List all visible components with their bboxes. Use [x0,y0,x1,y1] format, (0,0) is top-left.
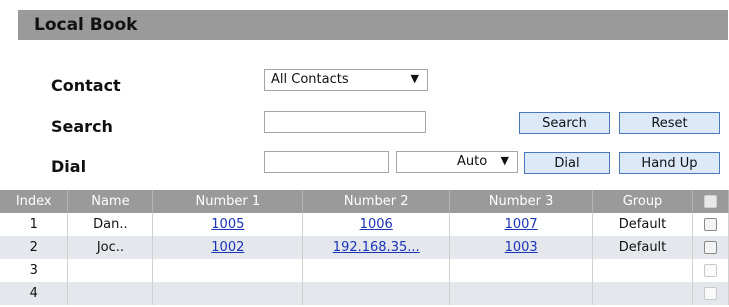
table-row: 1 Dan.. 1005 1006 1007 Default [0,213,729,236]
cell-number1 [152,259,304,282]
cell-number3: 1007 [449,213,594,236]
select-all-checkbox[interactable] [692,190,729,213]
table-header-row: Index Name Number 1 Number 2 Number 3 Gr… [0,190,729,213]
contacts-table: Index Name Number 1 Number 2 Number 3 Gr… [0,190,729,305]
checkbox-icon [703,287,717,300]
cell-index: 1 [0,213,69,236]
checkbox-icon [703,218,717,231]
search-button[interactable]: Search [519,112,610,134]
header-bar: Local Book [18,10,728,40]
cell-index: 3 [0,259,69,282]
row-checkbox[interactable] [692,259,729,282]
chevron-down-icon: ▼ [500,154,509,167]
number2-link[interactable]: 1006 [360,217,393,232]
cell-name: Joc.. [67,236,154,259]
dial-input[interactable] [264,151,389,173]
column-header-group: Group [592,190,693,213]
cell-index: 4 [0,282,69,305]
row-checkbox[interactable] [692,236,729,259]
cell-number1: 1002 [152,236,304,259]
page-title: Local Book [34,15,138,35]
chevron-down-icon: ▼ [410,72,419,85]
contact-select[interactable]: All Contacts ▼ [264,69,428,91]
cell-number2 [302,282,451,305]
cell-number1 [152,282,304,305]
number1-link[interactable]: 1005 [211,217,244,232]
table-row: 4 [0,282,729,305]
cell-group [592,282,693,305]
column-header-number2: Number 2 [302,190,451,213]
cell-index: 2 [0,236,69,259]
number3-link[interactable]: 1003 [505,240,538,255]
number3-link[interactable]: 1007 [505,217,538,232]
column-header-number1: Number 1 [152,190,304,213]
dial-button[interactable]: Dial [524,152,610,174]
cell-group: Default [592,236,693,259]
cell-number1: 1005 [152,213,304,236]
contact-select-value: All Contacts [271,72,349,87]
dial-label: Dial [51,157,87,176]
checkbox-icon [703,195,717,208]
row-checkbox[interactable] [692,213,729,236]
search-input[interactable] [264,111,426,133]
cell-group: Default [592,213,693,236]
cell-number2: 192.168.35... [302,236,451,259]
line-select[interactable]: Auto ▼ [396,151,518,173]
cell-number3 [449,282,594,305]
table-row: 2 Joc.. 1002 192.168.35... 1003 Default [0,236,729,259]
column-header-index: Index [0,190,69,213]
table-row: 3 [0,259,729,282]
number2-link[interactable]: 192.168.35... [333,240,420,255]
cell-number2 [302,259,451,282]
checkbox-icon [703,264,717,277]
cell-name [67,259,154,282]
line-select-value: Auto [457,154,488,169]
number1-link[interactable]: 1002 [211,240,244,255]
cell-name [67,282,154,305]
checkbox-icon [703,241,717,254]
column-header-name: Name [67,190,154,213]
cell-number3 [449,259,594,282]
cell-number2: 1006 [302,213,451,236]
cell-name: Dan.. [67,213,154,236]
cell-group [592,259,693,282]
contact-label: Contact [51,76,121,95]
cell-number3: 1003 [449,236,594,259]
search-label: Search [51,117,113,136]
reset-button[interactable]: Reset [619,112,720,134]
hang-up-button[interactable]: Hand Up [619,152,720,174]
row-checkbox[interactable] [692,282,729,305]
column-header-number3: Number 3 [449,190,594,213]
